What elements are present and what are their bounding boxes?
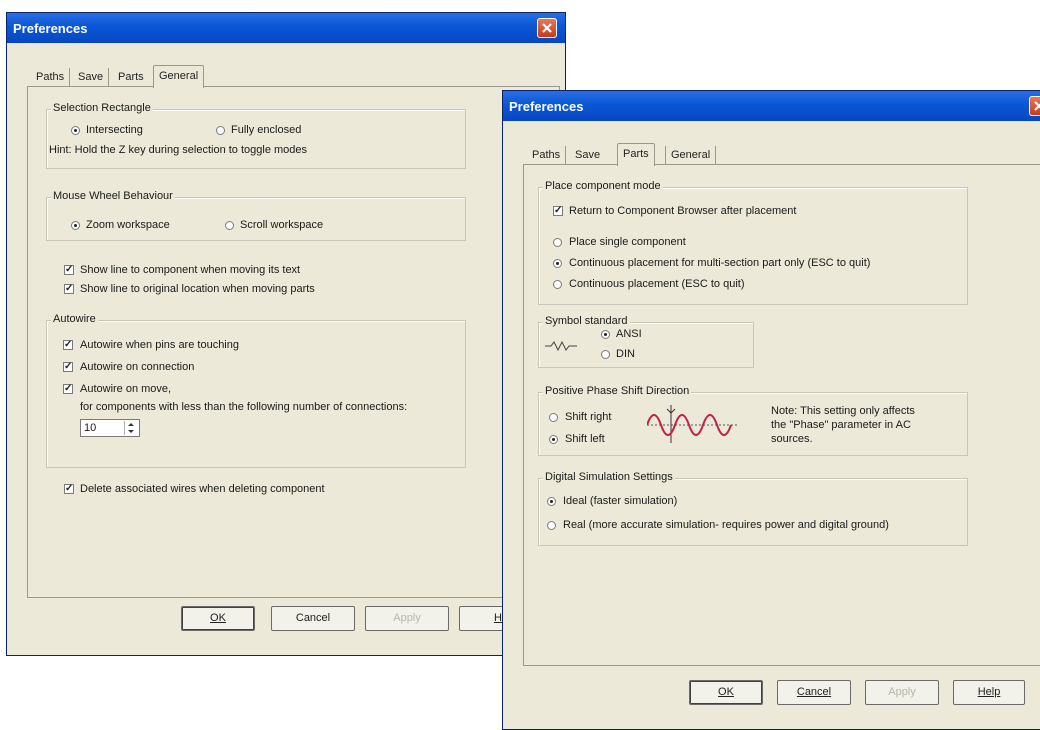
shift-left-label[interactable]: Shift left bbox=[565, 433, 605, 445]
intersecting-label[interactable]: Intersecting bbox=[86, 124, 143, 136]
phase-note-line2: the "Phase" parameter in AC bbox=[771, 419, 911, 431]
spinner-arrows[interactable] bbox=[124, 421, 138, 435]
continuous-multi-label[interactable]: Continuous placement for multi-section p… bbox=[569, 257, 870, 269]
continuous-multi-radio[interactable] bbox=[553, 259, 562, 268]
phase-note-line3: sources. bbox=[771, 433, 813, 445]
din-radio[interactable] bbox=[601, 350, 610, 359]
help-button[interactable]: Help bbox=[953, 680, 1025, 705]
tab-paths[interactable]: Paths bbox=[527, 146, 567, 165]
fully-enclosed-radio[interactable] bbox=[216, 126, 225, 135]
close-button[interactable] bbox=[1029, 96, 1040, 116]
ok-button[interactable]: OK bbox=[689, 680, 763, 705]
close-icon bbox=[542, 23, 552, 33]
ideal-label[interactable]: Ideal (faster simulation) bbox=[563, 495, 677, 507]
tab-parts[interactable]: Parts bbox=[617, 143, 655, 166]
tab-panel: Place component mode ✓ Return to Compone… bbox=[523, 164, 1040, 666]
cancel-button[interactable]: Cancel bbox=[271, 606, 355, 631]
apply-button: Apply bbox=[865, 680, 939, 705]
resistor-symbol-icon bbox=[545, 341, 577, 351]
autowire-move-label[interactable]: Autowire on move, bbox=[80, 383, 171, 395]
autowire-connection-checkbox[interactable]: ✓ bbox=[63, 362, 73, 372]
preferences-dialog-parts: Preferences Paths Save Parts General Pla… bbox=[502, 90, 1040, 730]
close-button[interactable] bbox=[537, 18, 557, 38]
ideal-radio[interactable] bbox=[547, 497, 556, 506]
return-to-browser-checkbox[interactable]: ✓ bbox=[553, 206, 563, 216]
group-title: Mouse Wheel Behaviour bbox=[51, 190, 175, 202]
title-bar[interactable]: Preferences bbox=[503, 91, 1040, 121]
tab-panel: Selection Rectangle Intersecting Fully e… bbox=[27, 86, 560, 598]
title-bar[interactable]: Preferences bbox=[7, 13, 565, 43]
autowire-move-checkbox[interactable]: ✓ bbox=[63, 384, 73, 394]
selection-rectangle-group: Selection Rectangle Intersecting Fully e… bbox=[46, 102, 466, 169]
ansi-radio[interactable] bbox=[601, 330, 610, 339]
close-icon bbox=[1034, 101, 1040, 111]
group-title: Autowire bbox=[51, 313, 98, 325]
connections-spinner[interactable]: 10 bbox=[80, 419, 140, 437]
digital-simulation-group: Digital Simulation Settings Ideal (faste… bbox=[538, 471, 968, 546]
preferences-dialog-general: Preferences Paths Save Parts General Sel… bbox=[6, 12, 566, 656]
real-label[interactable]: Real (more accurate simulation- requires… bbox=[563, 519, 889, 531]
place-component-mode-group: Place component mode ✓ Return to Compone… bbox=[538, 180, 968, 305]
dialog-title: Preferences bbox=[509, 99, 584, 114]
group-title: Symbol standard bbox=[543, 315, 630, 327]
show-line-text-label[interactable]: Show line to component when moving its t… bbox=[80, 264, 300, 276]
spin-up-down-icon bbox=[128, 423, 134, 433]
tab-strip: Paths Save Parts General bbox=[525, 143, 825, 166]
zoom-workspace-label[interactable]: Zoom workspace bbox=[86, 219, 170, 231]
group-title: Selection Rectangle bbox=[51, 102, 153, 114]
hint-text: Hint: Hold the Z key during selection to… bbox=[49, 144, 308, 156]
din-label[interactable]: DIN bbox=[616, 348, 635, 360]
phase-shift-group: Positive Phase Shift Direction Shift rig… bbox=[538, 385, 968, 456]
place-single-radio[interactable] bbox=[553, 238, 562, 247]
show-line-parts-label[interactable]: Show line to original location when movi… bbox=[80, 283, 315, 295]
tab-strip: Paths Save Parts General bbox=[29, 65, 329, 88]
tab-parts[interactable]: Parts bbox=[113, 68, 149, 87]
autowire-pins-checkbox[interactable]: ✓ bbox=[63, 340, 73, 350]
tab-save[interactable]: Save bbox=[73, 68, 110, 87]
fully-enclosed-label[interactable]: Fully enclosed bbox=[231, 124, 301, 136]
mouse-wheel-group: Mouse Wheel Behaviour Zoom workspace Scr… bbox=[46, 190, 466, 241]
cancel-button[interactable]: Cancel bbox=[777, 680, 851, 705]
tab-general[interactable]: General bbox=[665, 146, 717, 165]
phase-note-line1: Note: This setting only affects bbox=[771, 405, 915, 417]
tab-paths[interactable]: Paths bbox=[31, 68, 71, 87]
return-to-browser-label[interactable]: Return to Component Browser after placem… bbox=[569, 205, 796, 217]
continuous-radio[interactable] bbox=[553, 280, 562, 289]
phase-waveform-icon bbox=[647, 405, 739, 443]
place-single-label[interactable]: Place single component bbox=[569, 236, 686, 248]
continuous-label[interactable]: Continuous placement (ESC to quit) bbox=[569, 278, 744, 290]
real-radio[interactable] bbox=[547, 521, 556, 530]
autowire-pins-label[interactable]: Autowire when pins are touching bbox=[80, 339, 239, 351]
scroll-workspace-radio[interactable] bbox=[225, 221, 234, 230]
tab-general[interactable]: General bbox=[153, 65, 205, 88]
group-title: Digital Simulation Settings bbox=[543, 471, 675, 483]
zoom-workspace-radio[interactable] bbox=[71, 221, 80, 230]
show-line-parts-checkbox[interactable]: ✓ bbox=[64, 284, 74, 294]
tab-save[interactable]: Save bbox=[570, 146, 605, 165]
shift-right-label[interactable]: Shift right bbox=[565, 411, 611, 423]
group-title: Positive Phase Shift Direction bbox=[543, 385, 692, 397]
delete-wires-checkbox[interactable]: ✓ bbox=[64, 484, 74, 494]
dialog-title: Preferences bbox=[13, 21, 88, 36]
group-title: Place component mode bbox=[543, 180, 663, 192]
autowire-connection-label[interactable]: Autowire on connection bbox=[80, 361, 194, 373]
delete-wires-label[interactable]: Delete associated wires when deleting co… bbox=[80, 483, 325, 495]
intersecting-radio[interactable] bbox=[71, 126, 80, 135]
symbol-standard-group: Symbol standard ANSI DIN bbox=[538, 315, 754, 368]
shift-left-radio[interactable] bbox=[549, 435, 558, 444]
scroll-workspace-label[interactable]: Scroll workspace bbox=[240, 219, 323, 231]
autowire-group: Autowire ✓ Autowire when pins are touchi… bbox=[46, 313, 466, 468]
autowire-move-note: for components with less than the follow… bbox=[80, 401, 408, 413]
show-line-text-checkbox[interactable]: ✓ bbox=[64, 265, 74, 275]
ok-button[interactable]: OK bbox=[181, 606, 255, 631]
shift-right-radio[interactable] bbox=[549, 413, 558, 422]
apply-button: Apply bbox=[365, 606, 449, 631]
connections-value: 10 bbox=[84, 422, 97, 434]
ansi-label[interactable]: ANSI bbox=[616, 328, 642, 340]
